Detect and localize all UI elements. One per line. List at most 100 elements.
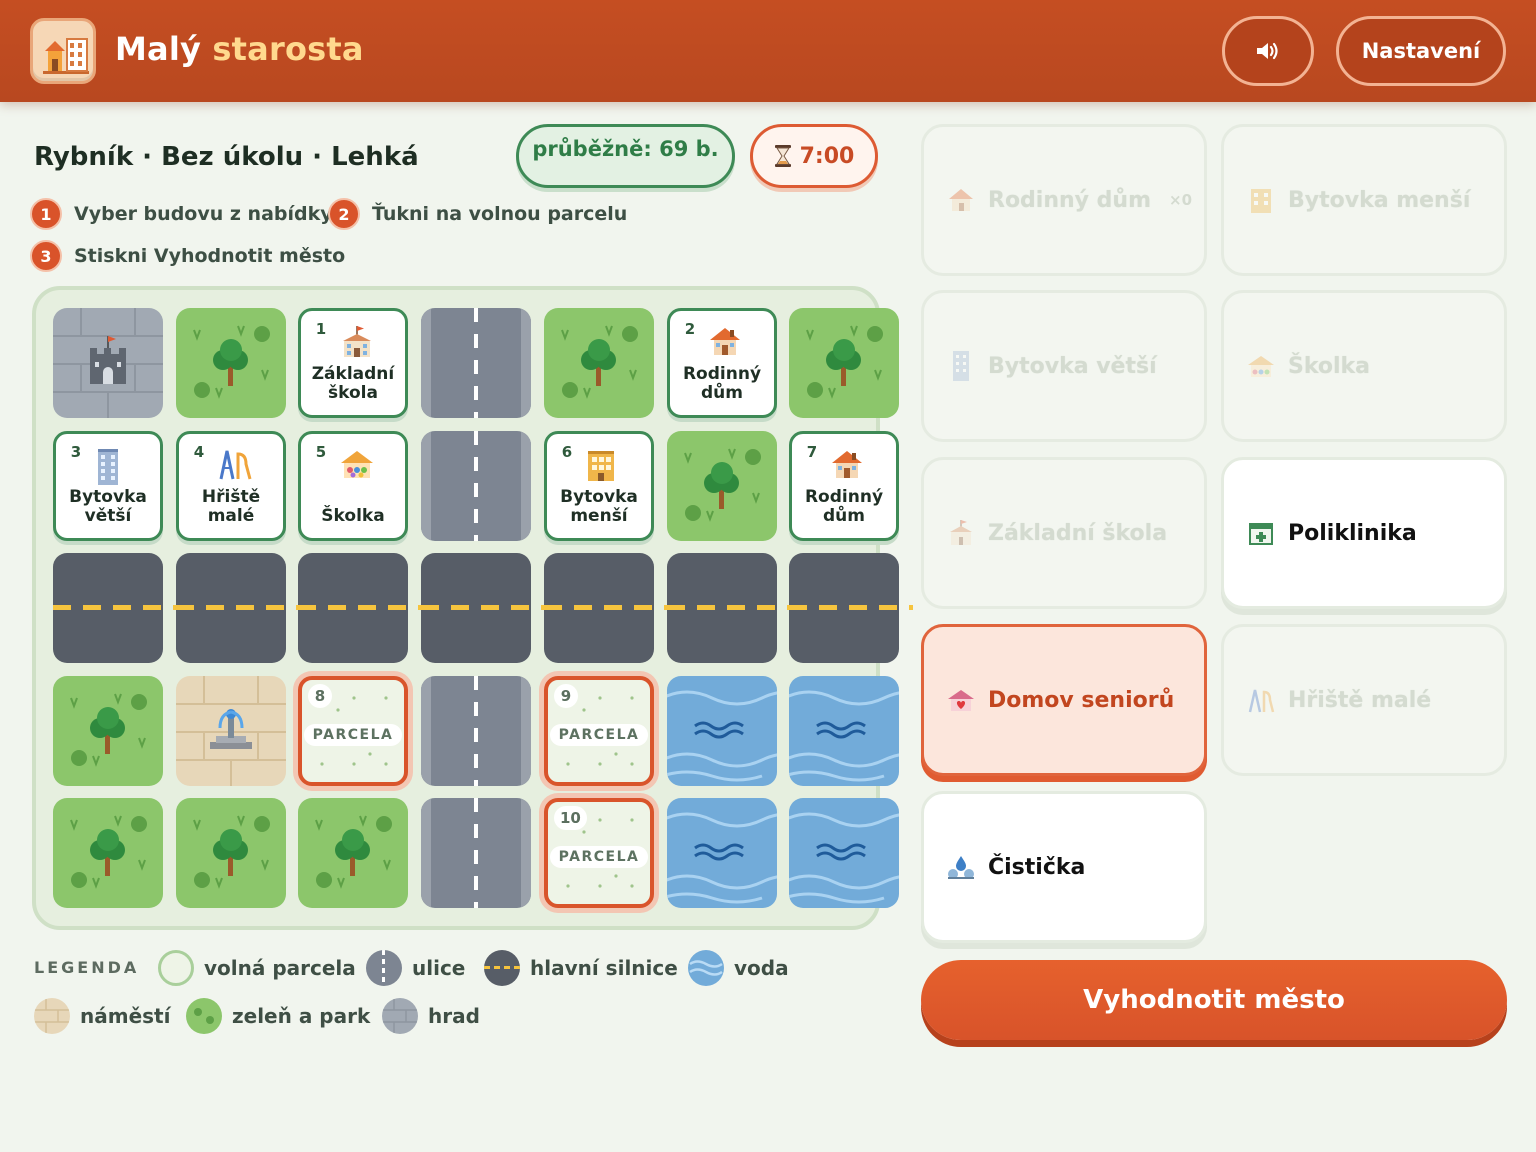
empty-lot-tile[interactable]: 8 PARCELA — [298, 676, 408, 786]
tile-number: 2 — [678, 317, 702, 341]
park-tile — [53, 676, 163, 786]
legend-label: hlavní silnice — [530, 956, 678, 980]
card-cisticka[interactable]: Čistička — [921, 791, 1207, 943]
settings-button[interactable]: Nastavení — [1336, 16, 1506, 86]
lot-label: PARCELA — [550, 846, 648, 868]
main-road-swatch — [484, 950, 520, 986]
main-road-tile — [298, 553, 422, 663]
main-road-tile — [544, 553, 668, 663]
park-tile — [298, 798, 408, 908]
empty-lot-tile[interactable]: 9 PARCELA — [544, 676, 654, 786]
water-tile — [789, 676, 899, 786]
building-label: Bytovka menší — [560, 487, 638, 526]
town-logo-icon — [30, 18, 96, 84]
water-tile — [667, 676, 777, 786]
placed-building-tile[interactable]: 6 Bytovka menší — [544, 431, 654, 541]
placed-building-tile[interactable]: 2 Rodinný dům — [667, 308, 777, 418]
step-number: 2 — [328, 198, 360, 230]
square-swatch — [34, 998, 70, 1034]
park-tile — [176, 798, 286, 908]
school-icon — [339, 325, 375, 363]
street-swatch — [366, 950, 402, 986]
legend-label: hrad — [428, 1004, 480, 1028]
step-text: Vyber budovu z nabídky — [74, 203, 333, 225]
city-board: 1 Základní škola 2 Rodinný dům 3 Bytovka větš… — [32, 286, 913, 930]
lot-label: PARCELA — [304, 724, 402, 746]
level-title: Rybník · Bez úkolu · Lehká — [34, 142, 419, 172]
legend-item-street: ulice — [366, 950, 465, 986]
empty-lot-tile[interactable]: 10 PARCELA — [544, 798, 654, 908]
legend-item-castle: hrad — [382, 998, 480, 1034]
speaker-icon — [1257, 42, 1278, 60]
main-road-tile — [789, 553, 913, 663]
placed-building-tile[interactable]: 1 Základní škola — [298, 308, 408, 418]
tile-number: 9 — [554, 684, 578, 708]
small-apartment-icon — [585, 448, 617, 486]
placed-building-tile[interactable]: 3 Bytovka větší — [53, 431, 163, 541]
card-bytovka-vetsi[interactable]: Bytovka větší — [921, 290, 1207, 442]
step-number: 1 — [30, 198, 62, 230]
main-road-tile — [53, 553, 177, 663]
timer-badge: 7:00 — [750, 124, 878, 188]
water-treatment-icon — [946, 852, 976, 882]
water-swatch — [688, 950, 724, 986]
placed-building-tile[interactable]: 4 Hřiště malé — [176, 431, 286, 541]
house-icon — [708, 325, 742, 361]
playground-icon — [217, 448, 253, 484]
evaluate-city-button[interactable]: Vyhodnotit město — [921, 960, 1507, 1040]
senior-home-icon — [946, 685, 976, 715]
water-tile — [789, 798, 899, 908]
card-skolka[interactable]: Školka — [1221, 290, 1507, 442]
card-label: Školka — [1288, 353, 1371, 379]
card-label: Bytovka menší — [1288, 187, 1471, 213]
placed-building-tile[interactable]: 7 Rodinný dům — [789, 431, 899, 541]
kindergarten-icon — [1246, 351, 1276, 381]
street-tile — [421, 431, 531, 541]
tile-number: 4 — [187, 440, 211, 464]
score-badge: průběžně: 69 b. — [516, 124, 735, 188]
card-domov-senioru[interactable]: Domov seniorů — [921, 624, 1207, 776]
tile-number: 3 — [64, 440, 88, 464]
kindergarten-icon — [339, 448, 375, 484]
square-tile — [176, 676, 286, 786]
step-2: 2 Ťukni na volnou parcelu — [328, 198, 627, 230]
legend-label: ulice — [412, 956, 466, 980]
card-label: Domov seniorů — [988, 687, 1175, 713]
building-label: Školka — [321, 506, 385, 526]
step-number: 3 — [30, 240, 62, 272]
card-zakladni-skola[interactable]: Základní škola — [921, 457, 1207, 609]
street-tile — [421, 798, 531, 908]
legend-label: volná parcela — [204, 956, 356, 980]
card-count: ×0 — [1169, 191, 1193, 209]
card-poliklinika[interactable]: Poliklinika — [1221, 457, 1507, 609]
street-tile — [421, 308, 531, 418]
legend-item-square: náměstí — [34, 998, 170, 1034]
step-3: 3 Stiskni Vyhodnotit město — [30, 240, 345, 272]
main-road-tile — [176, 553, 300, 663]
street-tile — [421, 676, 531, 786]
card-rodinny-dum[interactable]: Rodinný dům ×0 — [921, 124, 1207, 276]
legend-label: náměstí — [80, 1004, 171, 1028]
sound-button[interactable] — [1222, 16, 1314, 86]
main-road-tile — [667, 553, 791, 663]
castle-swatch — [382, 998, 418, 1034]
lot-label: PARCELA — [550, 724, 648, 746]
card-bytovka-mensi[interactable]: Bytovka menší — [1221, 124, 1507, 276]
app-header: Malý starosta Nastavení — [0, 0, 1536, 102]
house-icon — [830, 448, 864, 484]
tile-number: 1 — [309, 317, 333, 341]
legend-title: LEGENDA — [34, 958, 140, 977]
legend-label: zeleň a park — [232, 1004, 371, 1028]
placed-building-tile[interactable]: 5 Školka — [298, 431, 408, 541]
card-hriste-male[interactable]: Hřiště malé — [1221, 624, 1507, 776]
tall-apartment-icon — [94, 448, 122, 490]
card-label: Základní škola — [988, 520, 1168, 546]
legend-item-lot: volná parcela — [158, 950, 356, 986]
legend-item-main-road: hlavní silnice — [484, 950, 678, 986]
building-label: Rodinný dům — [682, 364, 762, 403]
timer-value: 7:00 — [799, 143, 855, 169]
card-label: Poliklinika — [1288, 520, 1417, 546]
legend-item-water: voda — [688, 950, 789, 986]
card-label: Hřiště malé — [1288, 687, 1432, 713]
main-road-tile — [421, 553, 545, 663]
